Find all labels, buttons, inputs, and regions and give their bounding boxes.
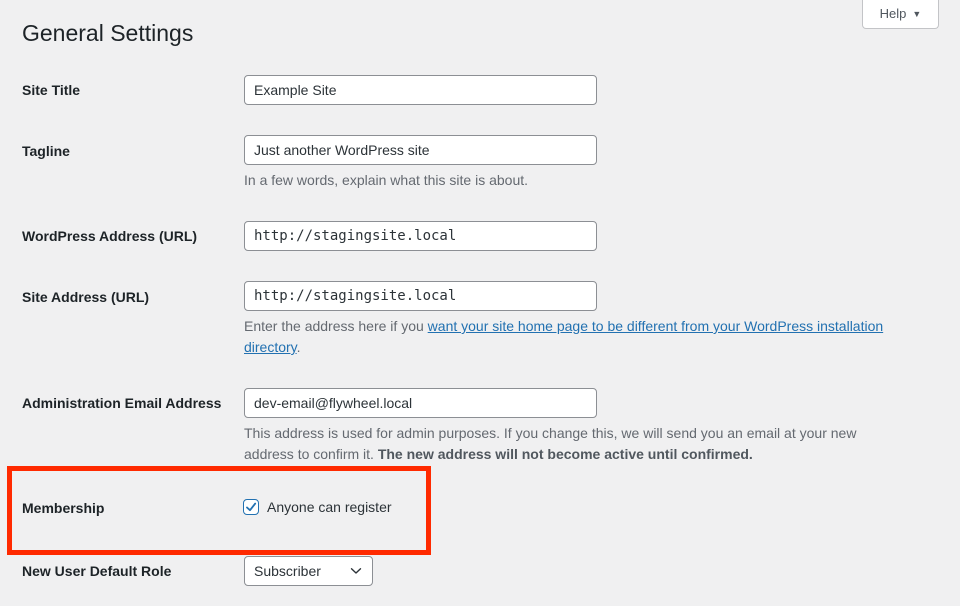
- checkmark-icon: [246, 502, 257, 512]
- wordpress-address-label: WordPress Address (URL): [22, 228, 198, 244]
- tagline-label: Tagline: [22, 143, 70, 159]
- admin-email-description: This address is used for admin purposes.…: [244, 423, 944, 465]
- admin-email-description-warning: The new address will not become active u…: [377, 446, 753, 462]
- anyone-can-register-checkbox[interactable]: [243, 499, 259, 515]
- admin-email-input[interactable]: [244, 388, 597, 418]
- site-address-description-text: Enter the address here if you: [244, 318, 428, 334]
- default-role-label: New User Default Role: [22, 563, 172, 579]
- anyone-can-register-label: Anyone can register: [267, 499, 392, 515]
- admin-email-label: Administration Email Address: [22, 395, 222, 411]
- anyone-can-register-option[interactable]: Anyone can register: [243, 499, 392, 515]
- site-address-label: Site Address (URL): [22, 289, 150, 305]
- admin-email-description-line2: address to confirm it.: [244, 446, 378, 462]
- default-role-select[interactable]: Subscriber: [244, 556, 373, 586]
- site-address-description: Enter the address here if you want your …: [244, 316, 944, 358]
- tagline-description: In a few words, explain what this site i…: [244, 172, 529, 188]
- site-title-input[interactable]: [244, 75, 597, 105]
- site-address-input[interactable]: [244, 281, 597, 311]
- membership-label: Membership: [22, 500, 105, 516]
- help-button[interactable]: Help ▼: [862, 0, 939, 29]
- site-address-description-suffix: .: [296, 339, 301, 355]
- wordpress-address-input[interactable]: [244, 221, 597, 251]
- admin-email-description-line1: This address is used for admin purposes.…: [244, 425, 857, 441]
- site-address-help-link-continued[interactable]: directory: [244, 339, 297, 355]
- site-address-help-link[interactable]: want your site home page to be different…: [428, 318, 884, 334]
- default-role-selected: Subscriber: [254, 563, 321, 579]
- caret-down-icon: ▼: [912, 8, 922, 19]
- site-title-label: Site Title: [22, 82, 81, 98]
- page-title: General Settings: [22, 20, 194, 46]
- help-label: Help: [879, 6, 907, 21]
- chevron-down-icon: [350, 568, 362, 574]
- tagline-input[interactable]: [244, 135, 597, 165]
